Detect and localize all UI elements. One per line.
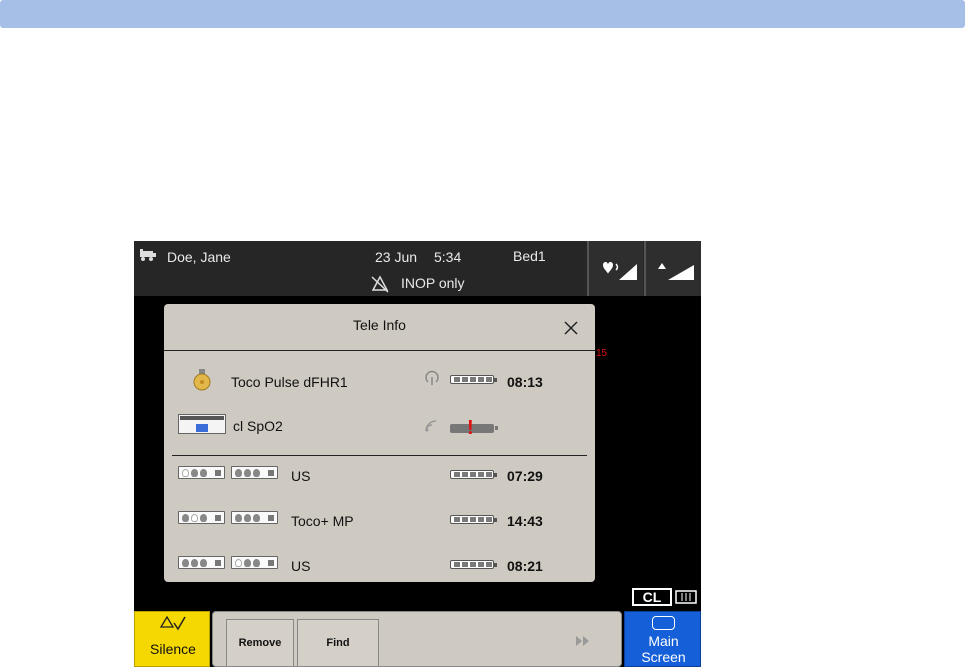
wireless-icon <box>425 420 437 432</box>
silence-button[interactable]: Silence <box>134 611 210 667</box>
tele-info-dialog: Tele Info Toco Pulse dFHR1 08:13 cl SpO2… <box>164 304 595 582</box>
monitor-screen: Doe, Jane 23 Jun 5:34 Bed1 INOP only 15 … <box>134 241 701 667</box>
bed-label: Bed1 <box>513 248 546 264</box>
battery-status-icon <box>675 590 697 604</box>
silence-label: Silence <box>150 641 196 657</box>
alarm-status-label: INOP only <box>401 275 465 291</box>
battery-icon <box>450 515 497 524</box>
transducer-icon <box>193 369 211 391</box>
battery-icon <box>450 470 497 479</box>
time-label: 5:34 <box>434 249 462 265</box>
battery-icon <box>450 375 497 384</box>
alarm-off-icon <box>371 275 389 293</box>
next-page-icon[interactable] <box>574 635 592 647</box>
side-marker: 15 <box>596 348 608 359</box>
battery-icon <box>450 560 497 569</box>
bed-icon <box>140 249 156 261</box>
alarm-volume-icon <box>658 263 694 280</box>
close-icon[interactable] <box>563 320 579 336</box>
main-screen-label-line1: Main <box>648 633 679 649</box>
dialog-title: Tele Info <box>353 317 406 333</box>
tele-row[interactable]: Toco+ MP 14:43 <box>164 506 595 536</box>
row-label: cl SpO2 <box>233 418 283 434</box>
tele-row[interactable]: US 07:29 <box>164 461 595 491</box>
top-bar <box>0 0 965 28</box>
row-label: Toco Pulse dFHR1 <box>231 374 348 390</box>
battery-alert-icon: ! <box>467 417 474 439</box>
dialog-divider <box>172 455 587 456</box>
heart-volume-icon <box>603 262 637 280</box>
row-time: 14:43 <box>507 513 543 529</box>
patient-name[interactable]: Doe, Jane <box>167 249 231 265</box>
remove-button[interactable]: Remove <box>226 619 294 667</box>
alarm-volume-button[interactable] <box>644 241 701 296</box>
transducer-slot-icon <box>231 556 278 569</box>
signal-icon <box>425 370 439 385</box>
transducer-slot-icon <box>178 556 225 569</box>
cl-status-badge: CL <box>632 588 672 606</box>
monitor-header: Doe, Jane 23 Jun 5:34 Bed1 INOP only <box>134 241 701 296</box>
spo2-device-icon <box>178 414 226 434</box>
dialog-divider <box>164 350 595 351</box>
tele-row[interactable]: Toco Pulse dFHR1 08:13 <box>164 364 595 394</box>
transducer-slot-icon <box>231 466 278 479</box>
transducer-slot-icon <box>178 511 225 524</box>
silence-icon <box>159 615 186 631</box>
screen-icon <box>652 616 675 630</box>
row-time: 08:21 <box>507 558 543 574</box>
row-label: US <box>291 558 311 574</box>
main-screen-label-line2: Screen <box>641 649 686 665</box>
row-label: US <box>291 468 311 484</box>
transducer-slot-icon <box>231 511 278 524</box>
row-time: 07:29 <box>507 468 543 484</box>
transducer-slot-icon <box>178 466 225 479</box>
find-button[interactable]: Find <box>297 619 379 667</box>
row-label: Toco+ MP <box>291 513 354 529</box>
main-screen-button[interactable]: Main Screen <box>624 611 701 667</box>
date-label: 23 Jun <box>375 249 418 265</box>
row-time: 08:13 <box>507 374 543 390</box>
tele-row[interactable]: US 08:21 <box>164 552 595 582</box>
heart-volume-button[interactable] <box>587 241 643 296</box>
bottom-bar: Silence Remove Find Main Screen <box>134 611 701 667</box>
tele-row[interactable]: cl SpO2 ! <box>164 408 595 438</box>
